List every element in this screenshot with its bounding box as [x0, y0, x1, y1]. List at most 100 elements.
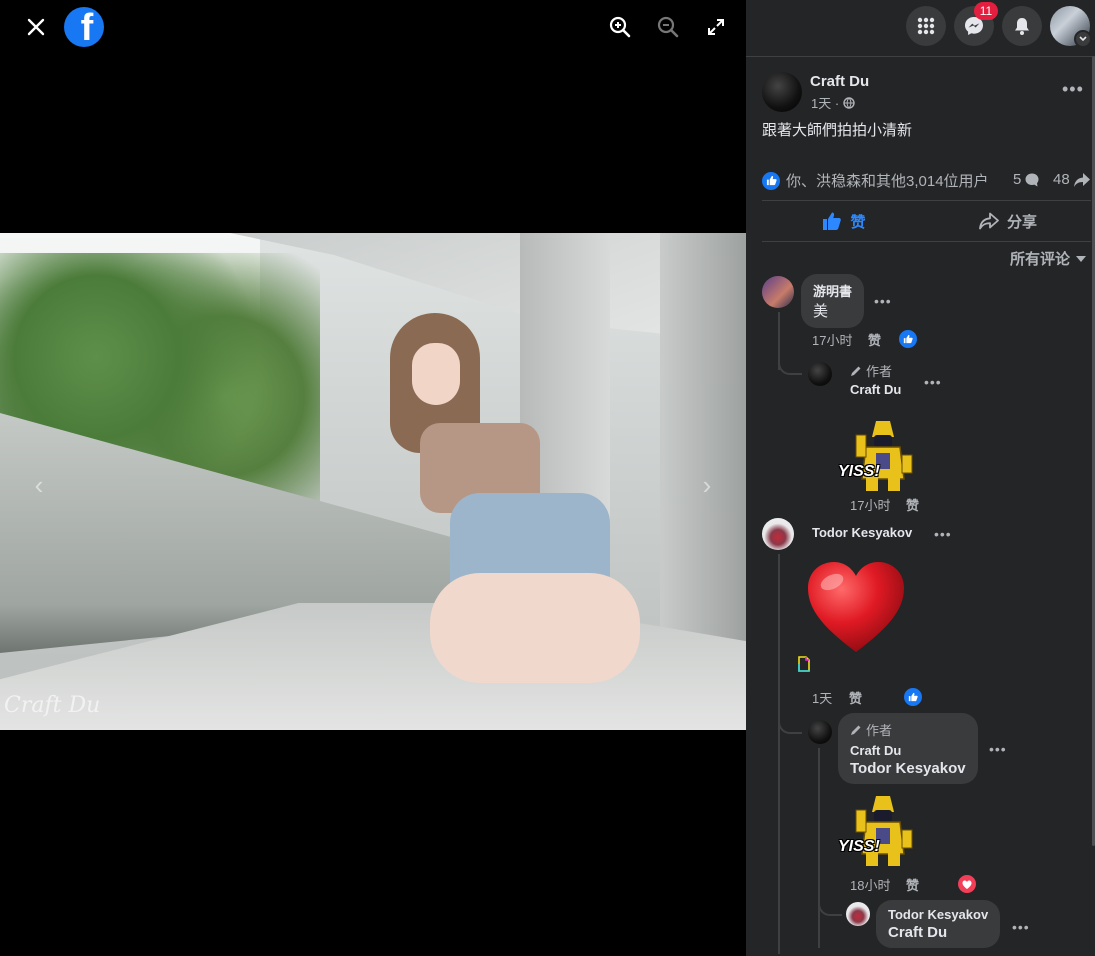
share-label: 分享 [1006, 213, 1037, 231]
share-count[interactable]: 48 [1053, 171, 1091, 188]
fullscreen-icon [708, 19, 724, 35]
globe-icon [843, 96, 855, 109]
post-options-button[interactable]: ••• [1062, 80, 1084, 98]
post-meta: 1天 · [811, 93, 855, 112]
post-panel: 11 Craft Du 1天 · ••• 跟著大師們拍拍小清新 你、洪稳森和其他… [746, 0, 1095, 956]
post-time[interactable]: 1天 · [811, 93, 839, 112]
thread-connector [778, 714, 802, 734]
pencil-icon [851, 725, 861, 735]
sticker-text: YISS! [838, 838, 880, 855]
comment-author[interactable]: 游明書 [813, 281, 852, 300]
reply-bubble: 作者 Craft Du Todor Kesyakov [838, 713, 978, 784]
thread-connector [778, 355, 802, 375]
photo-watermark: Craft Du [4, 693, 101, 718]
divider [762, 241, 1091, 242]
photo-viewer: f Craft Du ‹ › [0, 0, 746, 956]
fullscreen-button[interactable] [699, 10, 733, 44]
comment-like-button[interactable]: 赞 [868, 330, 881, 349]
file-icon [798, 656, 810, 672]
reply-mention[interactable]: Todor Kesyakov [850, 760, 966, 777]
author-badge-label: 作者 [866, 723, 893, 738]
author-badge: 作者 [850, 720, 966, 739]
menu-button[interactable] [906, 6, 946, 46]
reply-like-button[interactable]: 赞 [906, 495, 919, 514]
thread-line [818, 748, 820, 948]
reply-author-avatar[interactable] [808, 720, 832, 744]
comment-options-button[interactable]: ••• [934, 527, 952, 541]
share-button[interactable]: 分享 [926, 202, 1090, 240]
nested-reply-bubble: Todor Kesyakov Craft Du [876, 900, 1001, 948]
reply-like-button[interactable]: 赞 [906, 875, 919, 894]
author-badge-label: 作者 [866, 364, 893, 379]
comment-text: 美 [813, 303, 829, 320]
sort-label: 所有评论 [1010, 251, 1071, 268]
chevron-down-icon [1074, 30, 1092, 48]
comment-time[interactable]: 17小时 [812, 330, 852, 349]
notifications-button[interactable] [1002, 6, 1042, 46]
comment-like-reaction-icon [897, 328, 919, 350]
comment-bubble: 游明書 美 [801, 274, 865, 328]
thumbs-up-icon [823, 212, 842, 230]
next-photo-button[interactable]: › [692, 470, 722, 500]
close-icon [27, 18, 45, 36]
share-count-value: 48 [1053, 171, 1070, 188]
nested-reply-avatar[interactable] [846, 902, 870, 926]
love-reaction-icon [956, 873, 978, 895]
sticker-text: YISS! [838, 463, 880, 480]
caret-down-icon [1076, 255, 1087, 262]
yiss-sticker: YISS! [838, 415, 918, 495]
messenger-badge: 11 [974, 2, 998, 20]
thread-line [778, 554, 780, 954]
reactions-summary[interactable]: 你、洪稳森和其他3,014位用户 [762, 170, 989, 191]
post-photo: Craft Du [0, 233, 746, 730]
reply-time[interactable]: 17小时 [850, 495, 890, 514]
zoom-in-button[interactable] [603, 10, 637, 44]
commenter-avatar[interactable] [762, 276, 794, 308]
share-icon [1073, 172, 1090, 187]
top-bar: 11 [746, 0, 1095, 57]
nested-reply-author[interactable]: Todor Kesyakov [888, 907, 988, 922]
post-caption: 跟著大師們拍拍小清新 [762, 122, 913, 139]
reply-time[interactable]: 18小时 [850, 875, 890, 894]
author-avatar[interactable] [762, 72, 802, 112]
commenter-avatar[interactable] [762, 518, 794, 550]
comment-time[interactable]: 1天 [812, 688, 832, 707]
yiss-sticker: YISS! [838, 790, 918, 870]
nested-reply-options-button[interactable]: ••• [1012, 920, 1030, 934]
reply-options-button[interactable]: ••• [989, 742, 1007, 756]
reply-author[interactable]: Craft Du [850, 743, 966, 758]
close-button[interactable] [19, 10, 53, 44]
reply-author-avatar[interactable] [808, 362, 832, 386]
reactions-text: 你、洪稳森和其他3,014位用户 [786, 173, 989, 190]
like-label: 赞 [850, 213, 866, 231]
like-reaction-icon [762, 171, 780, 190]
heart-sticker [804, 560, 908, 656]
messenger-button[interactable]: 11 [954, 2, 998, 46]
comment-sort-dropdown[interactable]: 所有评论 [1010, 248, 1087, 269]
comment-like-reaction-icon [902, 686, 924, 708]
comment-options-button[interactable]: ••• [874, 294, 892, 308]
comment-like-button[interactable]: 赞 [849, 688, 862, 707]
comment-author[interactable]: Todor Kesyakov [812, 525, 912, 540]
like-button[interactable]: 赞 [762, 202, 926, 240]
grid-menu-icon [917, 17, 935, 35]
post-author[interactable]: Craft Du [810, 73, 869, 90]
facebook-logo-icon[interactable]: f [64, 7, 104, 47]
share-arrow-icon [979, 212, 999, 230]
comment-icon [1025, 173, 1039, 186]
pencil-icon [851, 366, 861, 376]
reply-author[interactable]: Craft Du [850, 382, 901, 397]
author-badge: 作者 [850, 361, 892, 380]
nested-reply-mention[interactable]: Craft Du [888, 924, 988, 941]
zoom-in-icon [609, 16, 631, 38]
previous-photo-button[interactable]: ‹ [24, 470, 54, 500]
thread-connector [818, 896, 842, 916]
zoom-out-button[interactable] [651, 10, 685, 44]
account-avatar[interactable] [1050, 6, 1092, 48]
comment-count-value: 5 [1013, 171, 1022, 188]
divider [762, 200, 1091, 201]
comment-count[interactable]: 5 [1013, 171, 1040, 188]
zoom-out-icon [657, 16, 679, 38]
reply-options-button[interactable]: ••• [924, 375, 942, 389]
photo-model [390, 313, 640, 693]
